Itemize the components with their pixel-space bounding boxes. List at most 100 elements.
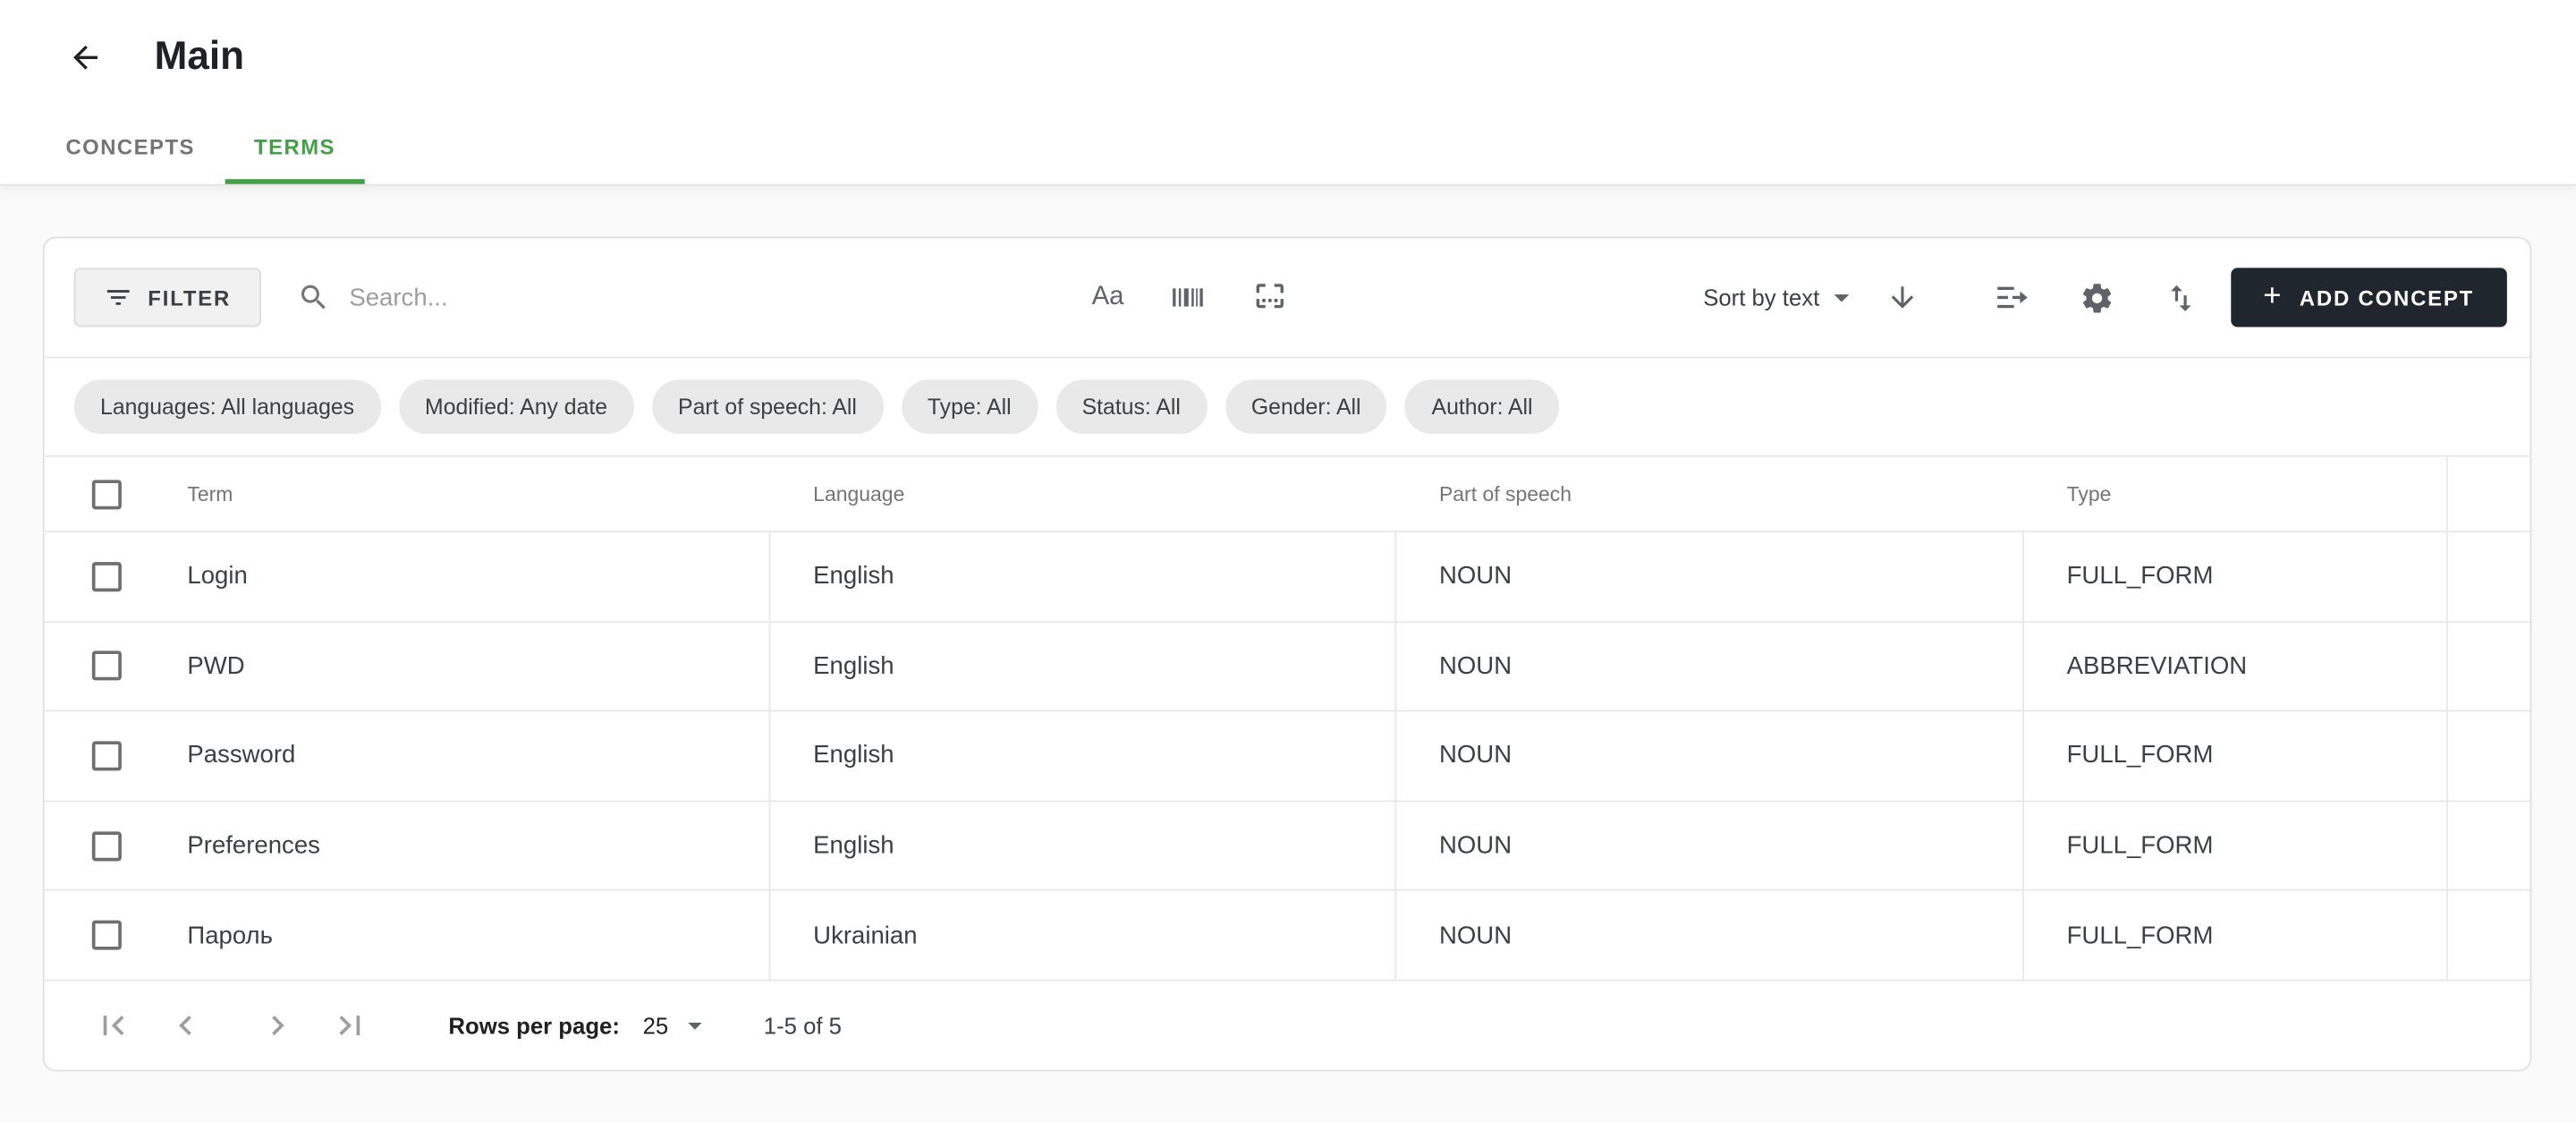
row-checkbox-cell: [45, 532, 188, 620]
barcode-icon[interactable]: [1170, 279, 1206, 315]
language-cell: English: [769, 622, 1395, 710]
row-checkbox-cell: [45, 712, 188, 800]
chip-part-of-speech[interactable]: Part of speech: All: [652, 379, 884, 434]
language-cell: English: [769, 712, 1395, 800]
next-page-button[interactable]: [258, 1006, 297, 1045]
page-title: Main: [155, 35, 244, 81]
top-bar: Main CONCEPTS TERMS: [0, 0, 2576, 184]
part-of-speech-cell: NOUN: [1394, 712, 2022, 800]
term-cell: Пароль: [187, 891, 768, 979]
row-checkbox-cell: [45, 802, 188, 889]
swap-vertical-icon[interactable]: [2163, 280, 2198, 315]
filter-chips-row: Languages: All languages Modified: Any d…: [45, 358, 2530, 456]
filter-list-icon: [104, 283, 133, 312]
part-of-speech-cell: NOUN: [1394, 802, 2022, 889]
scan-area-icon[interactable]: [1252, 279, 1288, 315]
rows-per-page-label: Rows per page:: [448, 1012, 619, 1038]
extra-cell: [2446, 891, 2530, 979]
sort-caret-icon: [1823, 279, 1859, 315]
term-cell: PWD: [187, 622, 768, 710]
row-checkbox[interactable]: [92, 831, 122, 861]
chip-gender[interactable]: Gender: All: [1224, 379, 1386, 434]
select-all-checkbox[interactable]: [92, 479, 122, 508]
search-input[interactable]: [349, 284, 973, 311]
table-row[interactable]: PWD English NOUN ABBREVIATION: [45, 622, 2530, 711]
row-checkbox-cell: [45, 622, 188, 710]
term-cell: Preferences: [187, 802, 768, 889]
chevron-right-icon: [258, 1006, 297, 1045]
match-case-icon[interactable]: Aa: [1092, 283, 1124, 312]
chip-modified[interactable]: Modified: Any date: [399, 379, 634, 434]
arrow-downward-icon: [1885, 281, 1919, 314]
chip-author[interactable]: Author: All: [1405, 379, 1559, 434]
row-checkbox[interactable]: [92, 562, 122, 591]
sort-dropdown[interactable]: Sort by text: [1703, 279, 1859, 315]
table-row[interactable]: Login English NOUN FULL_FORM: [45, 532, 2530, 622]
toolbar: FILTER Aa: [45, 238, 2530, 358]
first-page-button[interactable]: [94, 1006, 133, 1045]
first-page-icon: [94, 1006, 133, 1045]
term-cell: Password: [187, 712, 768, 800]
table-row[interactable]: Password English NOUN FULL_FORM: [45, 712, 2530, 802]
table-row[interactable]: Preferences English NOUN FULL_FORM: [45, 802, 2530, 891]
plus-icon: +: [2263, 280, 2283, 311]
filter-button-label: FILTER: [148, 285, 231, 310]
tab-bar: CONCEPTS TERMS: [0, 115, 2576, 184]
table-row[interactable]: Пароль Ukrainian NOUN FULL_FORM: [45, 891, 2530, 981]
language-cell: Ukrainian: [769, 891, 1395, 979]
tab-terms[interactable]: TERMS: [225, 115, 365, 184]
column-header-term[interactable]: Term: [187, 457, 768, 531]
column-header-type[interactable]: Type: [2022, 482, 2446, 506]
filter-button[interactable]: FILTER: [74, 268, 261, 327]
search-icon: [297, 281, 330, 314]
extra-cell: [2446, 532, 2530, 620]
extra-cell: [2446, 622, 2530, 710]
row-checkbox[interactable]: [92, 741, 122, 770]
terms-card: FILTER Aa: [43, 236, 2532, 1071]
view-options: Aa: [1092, 279, 1289, 315]
language-cell: English: [769, 532, 1395, 620]
chip-status[interactable]: Status: All: [1055, 379, 1207, 434]
text-flow-icon[interactable]: [1994, 279, 2029, 315]
pagination-bar: Rows per page: 25 1-5 of 5: [45, 981, 2530, 1069]
extra-cell: [2446, 802, 2530, 889]
part-of-speech-cell: NOUN: [1394, 622, 2022, 710]
column-header-extra: [2446, 457, 2530, 531]
column-header-language[interactable]: Language: [769, 482, 1395, 506]
extra-cell: [2446, 712, 2530, 800]
toolbar-actions: [1994, 279, 2198, 315]
column-header-part-of-speech[interactable]: Part of speech: [1394, 482, 2022, 506]
type-cell: FULL_FORM: [2022, 802, 2446, 889]
part-of-speech-cell: NOUN: [1394, 891, 2022, 979]
last-page-button[interactable]: [330, 1006, 369, 1045]
chip-type[interactable]: Type: All: [902, 379, 1038, 434]
row-checkbox-cell: [45, 891, 188, 979]
language-cell: English: [769, 802, 1395, 889]
rows-per-page-value[interactable]: 25: [643, 1012, 669, 1038]
type-cell: FULL_FORM: [2022, 891, 2446, 979]
row-checkbox[interactable]: [92, 651, 122, 681]
settings-gear-icon[interactable]: [2079, 280, 2114, 315]
last-page-icon: [330, 1006, 369, 1045]
add-concept-label: ADD CONCEPT: [2300, 285, 2474, 310]
header-checkbox-cell: [45, 457, 188, 531]
sort-direction-button[interactable]: [1885, 281, 1919, 314]
rows-per-page-caret-icon[interactable]: [678, 1009, 711, 1042]
type-cell: ABBREVIATION: [2022, 622, 2446, 710]
row-checkbox[interactable]: [92, 921, 122, 950]
pagination-controls: [94, 1006, 370, 1045]
type-cell: FULL_FORM: [2022, 712, 2446, 800]
main-area: FILTER Aa: [0, 184, 2576, 1123]
previous-page-button[interactable]: [166, 1006, 206, 1045]
type-cell: FULL_FORM: [2022, 532, 2446, 620]
arrow-left-icon: [67, 39, 103, 75]
back-button[interactable]: [59, 31, 112, 84]
pagination-range: 1-5 of 5: [764, 1012, 842, 1038]
search-box: [297, 281, 1037, 314]
app-header: Main: [0, 0, 2576, 115]
add-concept-button[interactable]: + ADD CONCEPT: [2230, 268, 2506, 327]
terminology-page: Main CONCEPTS TERMS FILTER: [0, 0, 2576, 1139]
part-of-speech-cell: NOUN: [1394, 532, 2022, 620]
chip-languages[interactable]: Languages: All languages: [74, 379, 381, 434]
tab-concepts[interactable]: CONCEPTS: [36, 115, 225, 184]
